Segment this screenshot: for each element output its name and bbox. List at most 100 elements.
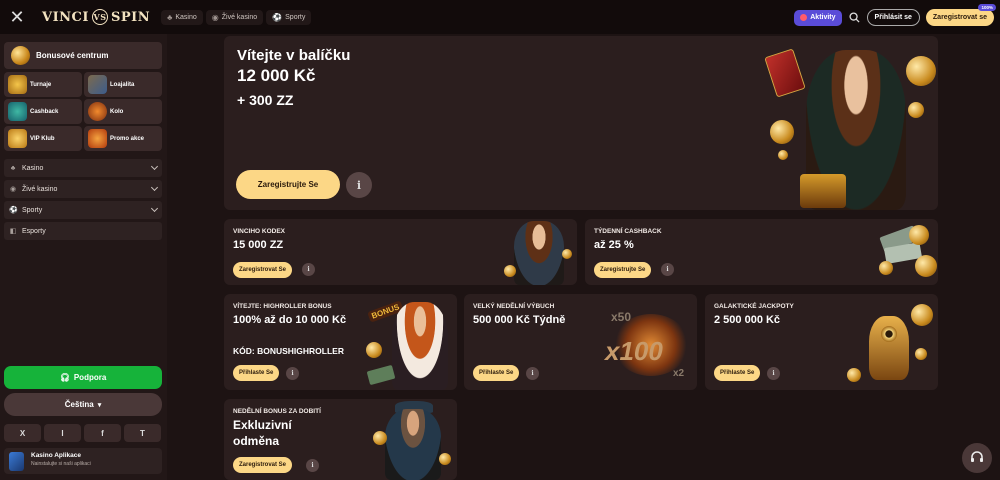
- register-button[interactable]: Zaregistrovat se 100%: [925, 4, 996, 26]
- card-eyebrow: TÝDENNÍ CASHBACK: [594, 228, 662, 235]
- quick-promo[interactable]: Promo akce: [84, 126, 162, 151]
- bonus-coin-icon: [11, 46, 30, 65]
- chevron-down-icon: [150, 162, 159, 171]
- sidebar-item-sports[interactable]: ⚽ Sporty: [4, 201, 162, 219]
- card-title: 100% až do 10 000 Kč: [233, 314, 347, 326]
- quick-label: Loajalita: [110, 81, 135, 88]
- logo-mark: VS: [91, 9, 108, 25]
- sidebar-item-label: Kasino: [22, 164, 44, 172]
- quick-label: Turnaje: [30, 81, 52, 88]
- quick-vip[interactable]: VIP Klub: [4, 126, 82, 151]
- info-icon[interactable]: i: [306, 459, 319, 472]
- chevron-down-icon: [150, 204, 159, 213]
- info-icon[interactable]: i: [302, 263, 315, 276]
- topnav-label: Živé kasino: [221, 13, 258, 21]
- promo-card-galactic-jackpots: GALAKTICKÉ JACKPOTY 2 500 000 Kč Přihlas…: [705, 294, 938, 390]
- vinci-codex-illustration: [504, 221, 576, 285]
- quick-label: VIP Klub: [30, 135, 55, 142]
- card-code: KÓD: BONUSHIGHROLLER: [233, 346, 344, 356]
- social-links: X I f T: [4, 424, 162, 442]
- ball-icon: ⚽: [272, 12, 283, 22]
- info-icon[interactable]: i: [767, 367, 780, 380]
- card-register-button[interactable]: Zaregistrovat Se: [233, 262, 293, 278]
- captain-illustration: [369, 401, 457, 480]
- topnav-label: Kasino: [175, 13, 197, 21]
- hero-register-button[interactable]: Zaregistrujte Se: [236, 170, 340, 199]
- promo-card-weekly-cashback: TÝDENNÍ CASHBACK až 25 % Zaregistrujte S…: [585, 219, 938, 285]
- app-install-banner[interactable]: Kasino Aplikace Nainstalujte si naši apl…: [4, 448, 162, 474]
- search-icon[interactable]: [848, 11, 861, 24]
- card-title: až 25 %: [594, 239, 634, 251]
- quick-loyalty[interactable]: Loajalita: [84, 72, 162, 97]
- login-button[interactable]: Přihlásit se: [866, 9, 920, 26]
- telegram-icon[interactable]: T: [124, 424, 161, 442]
- promo-card-vinci-kodex: VINCIHO KODEX 15 000 ZZ Zaregistrovat Se…: [224, 219, 577, 285]
- cashback-illustration: [875, 221, 937, 283]
- topnav-label: Sporty: [285, 13, 306, 21]
- quick-wheel[interactable]: Kolo: [84, 99, 162, 124]
- ball-icon: ⚽: [9, 207, 18, 214]
- chevron-down-icon: [150, 183, 159, 192]
- card-eyebrow: NEDĚLNÍ BONUS ZA DOBITÍ: [233, 408, 321, 415]
- phone-icon: [9, 452, 24, 471]
- card-title: 2 500 000 Kč: [714, 314, 781, 326]
- cashback-icon: [8, 102, 27, 121]
- quick-tournaments[interactable]: Turnaje: [4, 72, 82, 97]
- chevron-down-icon: ▾: [97, 401, 102, 409]
- facebook-icon[interactable]: f: [84, 424, 121, 442]
- topnav-sports[interactable]: ⚽ Sporty: [266, 9, 312, 25]
- sidebar-item-label: Esporty: [22, 227, 46, 235]
- multiplier-illustration: x50 x100 x2: [599, 296, 697, 390]
- hero-amount: 12 000 Kč: [237, 66, 316, 85]
- gamepad-icon: ◧: [9, 228, 17, 235]
- bonus-center-button[interactable]: Bonusové centrum: [4, 42, 162, 69]
- sidebar-item-esports[interactable]: ◧ Esporty: [4, 222, 162, 240]
- quick-label: Kolo: [110, 108, 124, 115]
- info-icon[interactable]: i: [526, 367, 539, 380]
- language-select[interactable]: Čeština ▾: [4, 393, 162, 416]
- info-icon[interactable]: i: [661, 263, 674, 276]
- chat-support-button[interactable]: [962, 443, 992, 473]
- activity-label: Aktivity: [810, 14, 836, 21]
- quick-cashback[interactable]: Cashback: [4, 99, 82, 124]
- register-badge: 100%: [978, 4, 996, 11]
- sidebar-item-label: Živé kasino: [22, 185, 58, 193]
- activity-button[interactable]: Aktivity: [794, 9, 842, 26]
- megaphone-icon: [88, 129, 107, 148]
- multiplier-x50: x50: [611, 310, 632, 324]
- card-title: Exkluzivní odměna: [233, 418, 292, 448]
- topnav-live-casino[interactable]: ◉ Živé kasino: [205, 9, 264, 25]
- info-icon[interactable]: i: [346, 172, 372, 198]
- top-nav: ♣ Kasino ◉ Živé kasino ⚽ Sporty: [158, 9, 312, 25]
- highroller-illustration: BONUS: [364, 296, 457, 390]
- headset-icon: [971, 451, 983, 462]
- x-icon[interactable]: X: [4, 424, 41, 442]
- sidebar: Bonusové centrum Turnaje Loajalita Cashb…: [0, 34, 167, 480]
- card-login-button[interactable]: Přihlaste Se: [233, 365, 280, 381]
- loyalty-icon: [88, 75, 107, 94]
- quick-label: Promo akce: [110, 135, 145, 142]
- support-button[interactable]: 🎧︎ Podpora: [4, 366, 162, 389]
- topnav-kasino[interactable]: ♣ Kasino: [161, 9, 203, 25]
- card-eyebrow: VINCIHO KODEX: [233, 228, 286, 235]
- hero-extra: + 300 ZZ: [237, 92, 294, 108]
- card-login-button[interactable]: Přihlaste Se: [473, 365, 520, 381]
- info-icon[interactable]: i: [286, 367, 299, 380]
- trophy-icon: [8, 75, 27, 94]
- card-eyebrow: GALAKTICKÉ JACKPOTY: [714, 303, 794, 310]
- register-label: Zaregistrovat se: [932, 14, 987, 21]
- logo[interactable]: VINCI VS SPIN: [42, 9, 150, 25]
- card-login-button[interactable]: Přihlaste Se: [714, 365, 761, 381]
- promo-card-sunday-reload: NEDĚLNÍ BONUS ZA DOBITÍ Exkluzivní odměn…: [224, 399, 457, 480]
- instagram-icon[interactable]: I: [44, 424, 81, 442]
- sidebar-item-kasino[interactable]: ♣ Kasino: [4, 159, 162, 177]
- live-icon: ◉: [9, 186, 17, 193]
- close-icon[interactable]: ✕: [2, 0, 32, 34]
- top-bar: ✕ VINCI VS SPIN ♣ Kasino ◉ Živé kasino ⚽…: [0, 0, 1000, 34]
- card-register-button[interactable]: Zaregistrujte Se: [594, 262, 652, 278]
- sidebar-item-live-casino[interactable]: ◉ Živé kasino: [4, 180, 162, 198]
- sidebar-item-label: Sporty: [22, 206, 43, 214]
- rocket-icon: [800, 14, 808, 21]
- card-register-button[interactable]: Zaregistrovat Se: [233, 457, 293, 473]
- welcome-hero-banner: Vítejte v balíčku 12 000 Kč + 300 ZZ Zar…: [224, 36, 938, 210]
